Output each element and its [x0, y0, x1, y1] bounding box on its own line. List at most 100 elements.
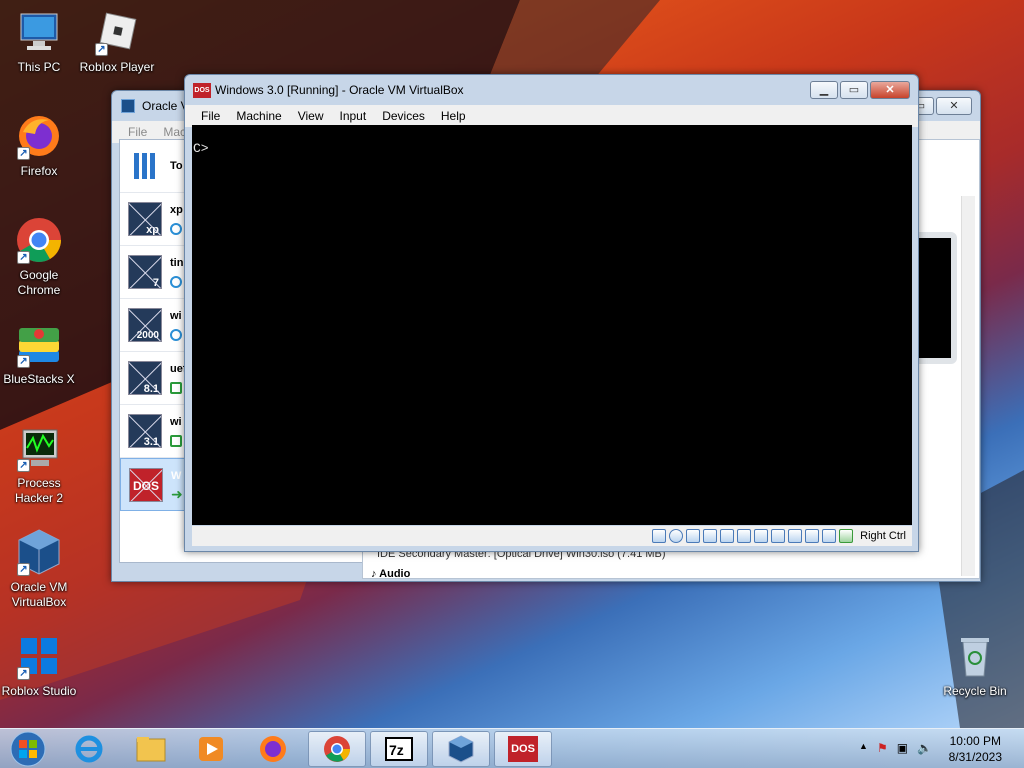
saved-state-icon: [170, 382, 182, 394]
computer-icon: [15, 8, 63, 56]
hard-disk-icon[interactable]: [652, 529, 667, 543]
desktop-icon-roblox-player[interactable]: ↗ Roblox Player: [76, 8, 158, 75]
vm-name: tin: [170, 257, 184, 269]
taskbar-virtualbox[interactable]: [432, 731, 490, 767]
vm-os-icon: 7: [128, 255, 162, 289]
desktop-icon-firefox[interactable]: ↗ Firefox: [0, 112, 80, 179]
chrome-icon: [324, 736, 350, 762]
shared-folders-icon[interactable]: [754, 529, 769, 543]
vm-name: W: [171, 469, 182, 482]
vm-menu-devices[interactable]: Devices: [374, 109, 433, 123]
manager-close-button[interactable]: ✕: [936, 97, 972, 115]
desktop-icon-chrome[interactable]: ↗ Google Chrome: [0, 216, 80, 298]
virtualbox-icon: ↗: [15, 528, 63, 576]
saved-state-icon: [170, 435, 182, 447]
vm-menu-file[interactable]: File: [193, 109, 228, 123]
7zip-icon: 7z: [385, 737, 413, 761]
vm-minimize-button[interactable]: ▁: [810, 81, 838, 99]
volume-muted-icon[interactable]: 🔈: [917, 741, 932, 755]
process-hacker-icon: ↗: [15, 424, 63, 472]
power-off-icon: [170, 276, 182, 288]
desktop-icon-process-hacker[interactable]: ↗ Process Hacker 2: [0, 424, 80, 506]
desktop-icon-roblox-studio[interactable]: ↗ Roblox Studio: [0, 632, 80, 699]
taskbar-firefox[interactable]: [244, 731, 302, 767]
running-arrow-icon: ➜: [171, 486, 183, 502]
vm-name: wi: [170, 310, 182, 322]
vm-menubar: File Machine View Input Devices Help: [185, 105, 918, 127]
vm-close-button[interactable]: ✕: [870, 81, 910, 99]
virtualbox-icon: [448, 735, 474, 763]
tools-icon: [134, 153, 155, 179]
clock[interactable]: 10:00 PM 8/31/2023: [949, 733, 1002, 765]
vm-menu-input[interactable]: Input: [332, 109, 375, 123]
dos-icon: DOS: [508, 736, 538, 762]
manager-menu-file[interactable]: File: [120, 125, 155, 139]
vm-os-icon: xp: [128, 202, 162, 236]
clock-date: 8/31/2023: [948, 750, 1002, 764]
virtualbox-small-icon: [121, 99, 135, 113]
shortcut-arrow-icon: ↗: [17, 251, 30, 264]
taskbar-internet-explorer[interactable]: [60, 731, 118, 767]
internet-explorer-icon: [75, 735, 103, 763]
show-hidden-icons-button[interactable]: ▲: [859, 741, 868, 755]
vm-menu-machine[interactable]: Machine: [228, 109, 289, 123]
floppy-icon[interactable]: [686, 529, 701, 543]
audio-icon[interactable]: [703, 529, 718, 543]
chrome-icon: ↗: [15, 216, 63, 264]
optical-drive-icon[interactable]: [669, 529, 684, 543]
usb-icon[interactable]: [737, 529, 752, 543]
vm-name: wi: [170, 416, 182, 428]
network-icon[interactable]: ▣: [897, 741, 908, 755]
guest-display[interactable]: C>: [192, 125, 912, 525]
vm-menu-view[interactable]: View: [290, 109, 332, 123]
dos-os-icon: DOS: [129, 467, 163, 502]
power-off-icon: [170, 223, 182, 235]
host-key-label: Right Ctrl: [860, 530, 906, 542]
vm-os-icon: 3.1: [128, 414, 162, 448]
vm-window[interactable]: DOS Windows 3.0 [Running] - Oracle VM Vi…: [184, 74, 919, 552]
taskbar: 7z DOS ▲ ⚑ ▣ 🔈 10:00 PM 8/31/2023: [0, 728, 1024, 768]
keyboard-capture-icon[interactable]: [839, 529, 854, 543]
media-player-icon: [199, 737, 223, 761]
power-off-icon: [170, 329, 182, 341]
shortcut-arrow-icon: ↗: [17, 147, 30, 160]
clock-time: 10:00 PM: [949, 734, 1001, 748]
bluestacks-icon: ↗: [15, 320, 63, 368]
svg-text:7z: 7z: [389, 742, 404, 758]
recycle-bin-icon: [951, 632, 999, 680]
start-button[interactable]: [2, 731, 54, 767]
manager-title: Oracle V: [142, 99, 189, 113]
dos-prompt: C>: [193, 141, 209, 156]
vm-titlebar[interactable]: DOS Windows 3.0 [Running] - Oracle VM Vi…: [185, 75, 918, 105]
taskbar-file-explorer[interactable]: [122, 731, 180, 767]
desktop-icon-this-pc[interactable]: This PC: [0, 8, 80, 75]
vm-os-icon: 8.1: [128, 361, 162, 395]
taskbar-7zip[interactable]: 7z: [370, 731, 428, 767]
roblox-studio-icon: ↗: [15, 632, 63, 680]
vm-statusbar: Right Ctrl: [192, 526, 912, 546]
taskbar-media-player[interactable]: [182, 731, 240, 767]
desktop-icon-bluestacks[interactable]: ↗ BlueStacks X: [0, 320, 80, 387]
audio-icon: ♪: [371, 568, 380, 580]
mouse-integration-icon[interactable]: [822, 529, 837, 543]
network-icon[interactable]: [720, 529, 735, 543]
vm-menu-help[interactable]: Help: [433, 109, 474, 123]
display-icon[interactable]: [771, 529, 786, 543]
action-center-flag-icon[interactable]: ⚑: [877, 741, 888, 755]
audio-section-header: ♪ Audio: [371, 568, 411, 580]
recording-icon[interactable]: [788, 529, 803, 543]
cpu-icon[interactable]: [805, 529, 820, 543]
dos-icon: DOS: [193, 83, 211, 98]
vm-maximize-button[interactable]: ▭: [840, 81, 868, 99]
taskbar-dos-vm[interactable]: DOS: [494, 731, 552, 767]
vm-title: Windows 3.0 [Running] - Oracle VM Virtua…: [215, 83, 464, 97]
taskbar-chrome[interactable]: [308, 731, 366, 767]
details-scrollbar[interactable]: [961, 196, 975, 576]
system-tray: ▲ ⚑ ▣ 🔈: [859, 741, 932, 755]
shortcut-arrow-icon: ↗: [17, 667, 30, 680]
firefox-icon: ↗: [15, 112, 63, 160]
shortcut-arrow-icon: ↗: [17, 459, 30, 472]
desktop-icon-virtualbox[interactable]: ↗ Oracle VM VirtualBox: [0, 528, 80, 610]
desktop-icon-recycle-bin[interactable]: Recycle Bin: [934, 632, 1016, 699]
shortcut-arrow-icon: ↗: [95, 43, 108, 56]
